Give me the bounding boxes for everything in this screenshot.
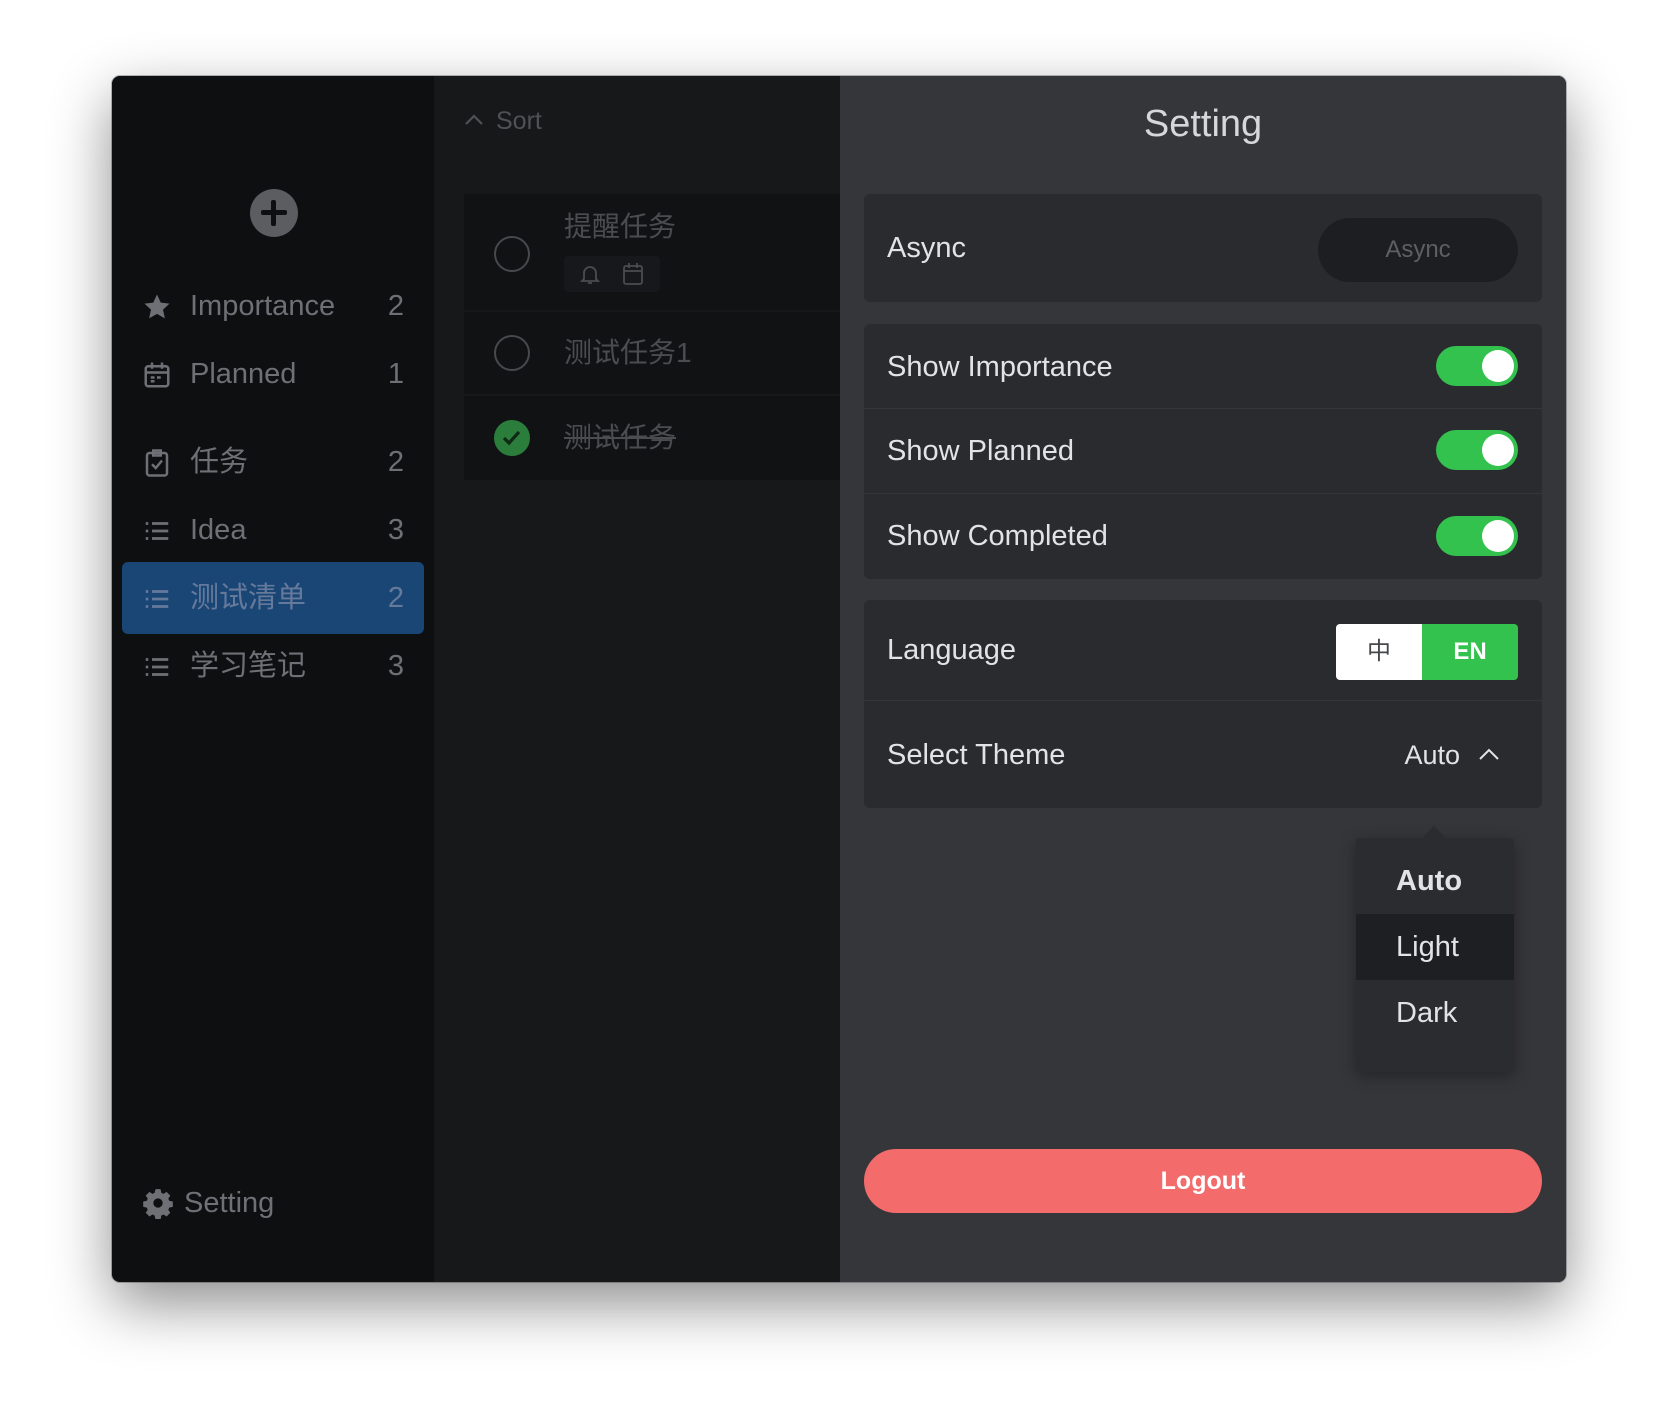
sidebar-item-count: 2: [387, 446, 404, 478]
sidebar-item-label: Planned: [190, 358, 297, 390]
task-title: 测试任务1: [564, 337, 692, 368]
task-item[interactable]: 提醒任务: [464, 194, 840, 310]
show-importance-toggle[interactable]: [1436, 346, 1518, 386]
show-completed-toggle[interactable]: [1436, 516, 1518, 556]
show-planned-toggle[interactable]: [1436, 430, 1518, 470]
theme-option-dark[interactable]: Dark: [1356, 980, 1514, 1046]
sidebar-item-planned[interactable]: Planned 1: [122, 338, 424, 410]
toggle-label: Show Importance: [887, 351, 1113, 383]
sidebar-item-count: 2: [387, 290, 404, 322]
task-checkbox-checked[interactable]: [494, 420, 530, 456]
theme-dropdown-menu: Auto Light Dark: [1356, 825, 1514, 1072]
clipboard-check-icon: [145, 449, 169, 477]
language-option-en[interactable]: EN: [1422, 624, 1518, 680]
sidebar-item-label: Importance: [190, 290, 336, 322]
language-label: Language: [887, 634, 1017, 666]
sidebar-item-count: 1: [387, 358, 404, 390]
list-icon: [145, 522, 169, 540]
toggle-label: Show Completed: [887, 520, 1108, 552]
toggle-label: Show Planned: [887, 435, 1075, 467]
sidebar-item-count: 3: [387, 514, 404, 546]
toggle-row-planned: Show Planned: [864, 408, 1542, 494]
theme-row: Select Theme Auto: [864, 700, 1542, 809]
task-checkbox[interactable]: [494, 236, 530, 272]
chevron-up-icon: [1479, 748, 1499, 760]
sidebar-item-count: 3: [387, 650, 404, 682]
language-option-zh[interactable]: 中: [1336, 624, 1422, 680]
language-switch: 中 EN: [1336, 624, 1518, 680]
dropdown-caret: [1422, 825, 1446, 849]
star-icon: [144, 294, 170, 319]
sidebar-item-count: 2: [387, 582, 404, 614]
theme-label: Select Theme: [887, 739, 1066, 771]
async-label: Async: [887, 232, 966, 264]
theme-select-value: Auto: [1404, 740, 1460, 770]
sidebar-item-label: 测试清单: [190, 582, 307, 614]
sidebar-item-label: 学习笔记: [190, 650, 307, 682]
logout-button[interactable]: Logout: [864, 1149, 1542, 1213]
sidebar-setting-label: Setting: [184, 1187, 275, 1219]
task-item-completed[interactable]: 测试任务: [464, 396, 840, 480]
task-title: 提醒任务: [564, 211, 677, 242]
chevron-up-icon: [465, 114, 483, 125]
calendar-icon: [623, 263, 643, 285]
async-card: Async Async: [864, 194, 1542, 302]
toggle-knob: [1482, 350, 1514, 382]
task-checkbox[interactable]: [494, 335, 530, 371]
list-icon: [145, 658, 169, 676]
task-pane: Sort 提醒任务 测试任务1 测试任务: [434, 76, 840, 1282]
add-list-button[interactable]: [250, 189, 298, 237]
theme-option-light[interactable]: Light: [1356, 914, 1514, 980]
async-row: Async Async: [864, 194, 1542, 302]
theme-select[interactable]: Auto: [1380, 739, 1500, 771]
settings-panel: Setting Async Async Show Importance Show…: [840, 76, 1566, 1282]
language-row: Language 中 EN: [864, 600, 1542, 700]
sidebar-item-importance[interactable]: Importance 2: [122, 270, 424, 342]
calendar-icon: [144, 362, 170, 388]
gear-icon: [143, 1189, 173, 1219]
settings-title: Setting: [1143, 103, 1263, 145]
async-button[interactable]: Async: [1318, 218, 1518, 282]
check-icon: [502, 430, 521, 446]
bell-icon: [579, 266, 601, 284]
list-icon: [145, 590, 169, 608]
sidebar-item-label: 任务: [190, 446, 249, 478]
language-theme-card: Language 中 EN Select Theme Auto: [864, 600, 1542, 808]
task-title: 测试任务: [564, 422, 677, 453]
theme-option-auto[interactable]: Auto: [1356, 848, 1514, 914]
sidebar-item-test-list[interactable]: 测试清单 2: [122, 562, 424, 634]
toggle-row-completed: Show Completed: [864, 493, 1542, 580]
display-toggles-card: Show Importance Show Planned Show Comple…: [864, 324, 1542, 579]
task-meta: [564, 256, 660, 292]
sort-label: Sort: [496, 107, 542, 135]
app-window: Importance 2 Planned 1 任务 2 Idea 3 测试清单 …: [112, 76, 1566, 1282]
sidebar-item-label: Idea: [190, 514, 247, 546]
toggle-row-importance: Show Importance: [864, 324, 1542, 408]
task-item[interactable]: 测试任务1: [464, 312, 840, 394]
toggle-knob: [1482, 520, 1514, 552]
sidebar-item-study-notes[interactable]: 学习笔记 3: [122, 630, 424, 702]
sidebar-item-tasks[interactable]: 任务 2: [122, 426, 424, 498]
sidebar-item-idea[interactable]: Idea 3: [122, 494, 424, 566]
sidebar: Importance 2 Planned 1 任务 2 Idea 3 测试清单 …: [112, 76, 434, 1282]
toggle-knob: [1482, 434, 1514, 466]
